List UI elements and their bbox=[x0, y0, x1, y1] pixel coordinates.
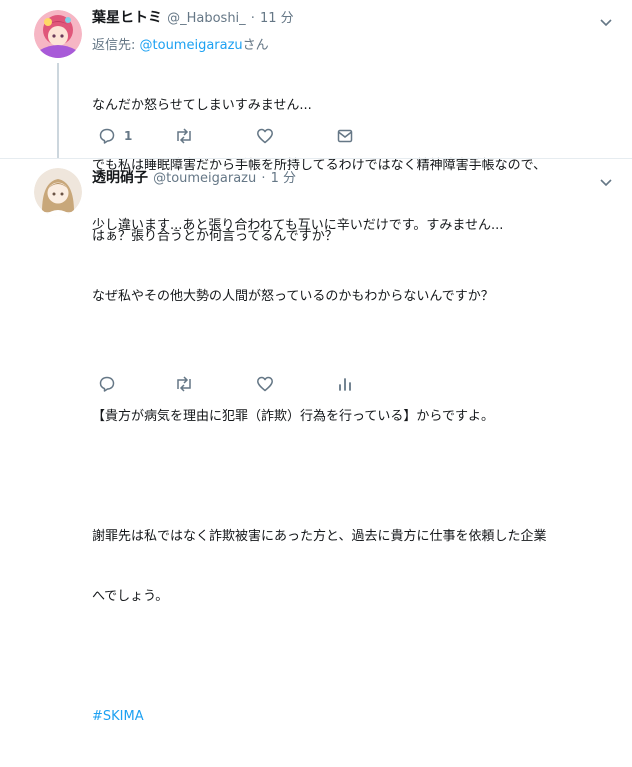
analytics-button[interactable] bbox=[336, 375, 354, 393]
retweet-icon bbox=[174, 127, 194, 145]
tweet-actions: 1 bbox=[98, 127, 358, 147]
like-icon bbox=[256, 375, 274, 393]
analytics-icon bbox=[336, 375, 354, 393]
retweet-button[interactable] bbox=[174, 127, 194, 145]
tweet-header: 透明硝子 @toumeigarazu · 1 分 bbox=[92, 167, 296, 187]
avatar[interactable] bbox=[34, 10, 82, 58]
display-name[interactable]: 透明硝子 bbox=[92, 170, 148, 186]
reply-icon bbox=[98, 127, 116, 145]
text-line bbox=[92, 467, 546, 487]
separator-dot: · bbox=[261, 171, 266, 186]
tweet-text: はぁ？張り合うとか何言ってるんですか？ なぜ私やその他大勢の人間が怒っているのか… bbox=[92, 187, 546, 767]
text-line bbox=[92, 647, 546, 667]
text-line bbox=[92, 347, 546, 367]
tweet-2[interactable]: 透明硝子 @toumeigarazu · 1 分 はぁ？張り合うとか何言ってるん… bbox=[0, 159, 632, 724]
text-line: 【貴方が病気を理由に犯罪（詐欺）行為を行っている】からですよ。 bbox=[92, 409, 494, 424]
reply-suffix: さん bbox=[242, 38, 269, 53]
avatar[interactable] bbox=[34, 168, 82, 216]
reply-handle-link[interactable]: @toumeigarazu bbox=[140, 38, 243, 53]
text-line: 謝罪先は私ではなく詐欺被害にあった方と、過去に貴方に仕事を依頼した企業 bbox=[92, 529, 547, 544]
text-line: なんだか怒らせてしまいすみません... bbox=[92, 98, 312, 113]
text-line: へでしょう。 bbox=[92, 589, 169, 604]
direct-message-button[interactable] bbox=[336, 127, 354, 145]
chevron-down-icon[interactable] bbox=[600, 12, 612, 31]
retweet-button[interactable] bbox=[174, 375, 194, 393]
reply-count: 1 bbox=[124, 129, 133, 143]
tweet-actions bbox=[98, 375, 358, 395]
reply-icon bbox=[98, 375, 116, 393]
chevron-down-icon[interactable] bbox=[600, 172, 612, 191]
tweet-1[interactable]: 葉星ヒトミ @_Haboshi_ · 11 分 返信先: @toumeigara… bbox=[0, 0, 632, 233]
reply-button[interactable]: 1 bbox=[98, 127, 132, 145]
like-button[interactable] bbox=[256, 375, 274, 393]
text-line: なぜ私やその他大勢の人間が怒っているのかもわからないんですか？ bbox=[92, 289, 494, 304]
dm-icon bbox=[336, 127, 354, 145]
timestamp[interactable]: 1 分 bbox=[271, 171, 296, 186]
hashtag-link[interactable]: #SKIMA bbox=[92, 707, 546, 727]
separator-dot: · bbox=[250, 11, 255, 26]
handle[interactable]: @toumeigarazu bbox=[153, 171, 256, 186]
handle[interactable]: @_Haboshi_ bbox=[167, 11, 246, 26]
text-line: はぁ？張り合うとか何言ってるんですか？ bbox=[92, 229, 338, 244]
thread-line bbox=[57, 63, 59, 158]
reply-to: 返信先: @toumeigarazuさん bbox=[92, 34, 269, 53]
timestamp[interactable]: 11 分 bbox=[260, 11, 294, 26]
like-button[interactable] bbox=[256, 127, 274, 145]
display-name[interactable]: 葉星ヒトミ bbox=[92, 10, 162, 26]
tweet-header: 葉星ヒトミ @_Haboshi_ · 11 分 bbox=[92, 7, 294, 27]
retweet-icon bbox=[174, 375, 194, 393]
like-icon bbox=[256, 127, 274, 145]
reply-button[interactable] bbox=[98, 375, 116, 393]
reply-prefix: 返信先: bbox=[92, 38, 140, 53]
